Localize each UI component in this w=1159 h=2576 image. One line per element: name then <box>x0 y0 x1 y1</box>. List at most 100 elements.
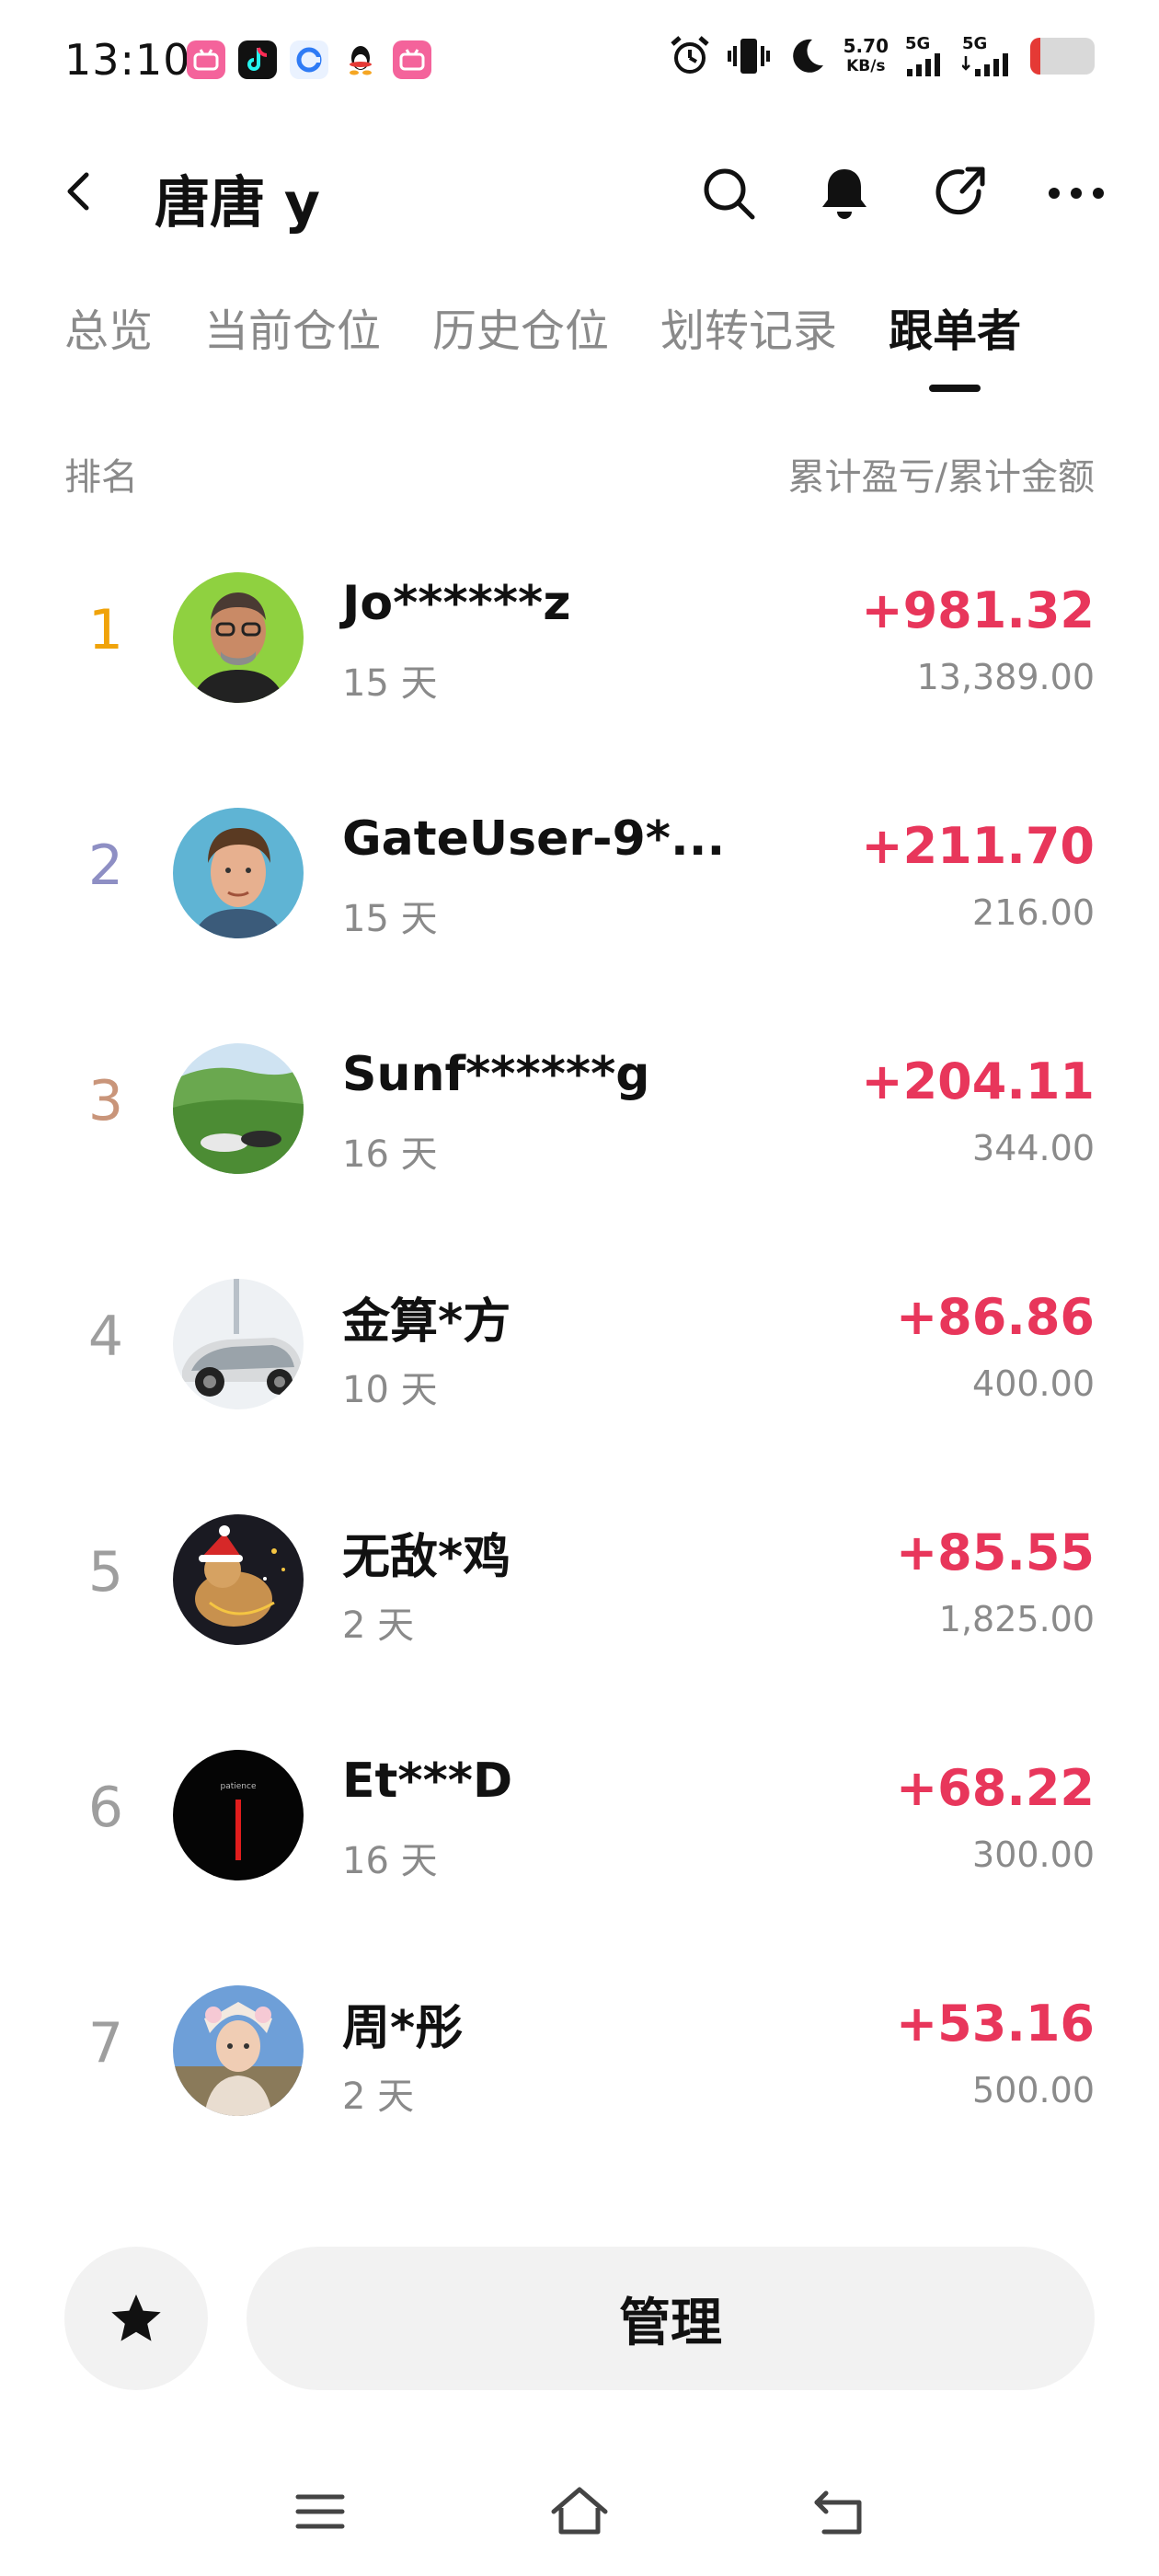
tab-bar: 总览 当前仓位 历史仓位 划转记录 跟单者 <box>64 294 1021 392</box>
follower-row[interactable]: 4 金算*方 10 天 +86.86 400.00 <box>0 1240 1159 1476</box>
network-speed-value: 5.70 <box>843 35 889 57</box>
follower-row[interactable]: 5 无敌*鸡 2 天 +85.55 1,825.00 <box>0 1476 1159 1711</box>
avatar <box>173 1279 304 1409</box>
cumulative-amount: 300.00 <box>972 1834 1095 1875</box>
follower-name: Jo******z <box>342 576 571 631</box>
cumulative-pnl: +204.11 <box>861 1052 1095 1110</box>
rank-number: 3 <box>87 1069 124 1133</box>
signal-2-label: 5G <box>962 34 988 53</box>
list-header: 排名 累计盈亏/累计金额 <box>64 447 1095 500</box>
follower-row[interactable]: 7 周*彤 2 天 +53.16 500.00 <box>0 1947 1159 2182</box>
tab-label: 当前仓位 <box>204 305 382 357</box>
tab-transfer-records[interactable]: 划转记录 <box>660 294 837 392</box>
cumulative-amount: 13,389.00 <box>916 657 1095 697</box>
tab-overview[interactable]: 总览 <box>64 294 153 392</box>
cumulative-amount: 400.00 <box>972 1363 1095 1404</box>
follower-row[interactable]: 2 GateUser-9*... 15 天 +211.70 216.00 <box>0 769 1159 1005</box>
signal-bars-icon <box>962 53 1008 76</box>
rank-column-header: 排名 <box>64 456 138 499</box>
follower-name: GateUser-9*... <box>342 811 726 867</box>
cumulative-pnl: +68.22 <box>895 1759 1095 1817</box>
tab-label: 跟单者 <box>889 305 1022 357</box>
rank-number: 4 <box>87 1305 124 1369</box>
cumulative-pnl: +86.86 <box>895 1288 1095 1346</box>
bell-icon[interactable] <box>809 158 879 228</box>
cumulative-amount: 500.00 <box>972 2070 1095 2110</box>
signal-bars-icon <box>907 53 940 76</box>
page-title: 唐唐 y <box>155 171 320 236</box>
system-navigation-bar <box>0 2475 1159 2548</box>
tiktok-icon <box>238 40 277 79</box>
home-icon[interactable] <box>546 2478 613 2545</box>
alarm-icon <box>670 36 709 74</box>
avatar-text: patience <box>221 1782 257 1791</box>
follower-name: Et***D <box>342 1754 513 1809</box>
tab-label: 划转记录 <box>660 305 838 357</box>
share-icon[interactable] <box>925 158 995 228</box>
rank-number: 1 <box>87 598 124 662</box>
follow-days: 16 天 <box>342 1840 438 1882</box>
bottom-action-bar: 管理 <box>64 2247 1095 2390</box>
pnl-column-header: 累计盈亏/累计金额 <box>787 456 1095 499</box>
rank-number: 6 <box>87 1776 124 1840</box>
battery-icon <box>1030 38 1095 75</box>
signal-1-label: 5G <box>905 34 931 53</box>
manage-button[interactable]: 管理 <box>247 2247 1095 2390</box>
follow-days: 15 天 <box>342 898 438 940</box>
avatar: patience <box>173 1750 304 1880</box>
signal-2: 5G <box>962 36 1014 76</box>
cumulative-amount: 344.00 <box>972 1128 1095 1168</box>
vibrate-icon <box>727 39 770 74</box>
rank-number: 2 <box>87 834 124 898</box>
avatar <box>173 808 304 938</box>
follower-name: Sunf******g <box>342 1047 650 1102</box>
follower-row[interactable]: 6 patience Et***D 16 天 +68.22 300.00 <box>0 1711 1159 1947</box>
qq-icon <box>341 40 380 79</box>
follower-name: 周*彤 <box>342 2001 464 2056</box>
cumulative-pnl: +53.16 <box>895 1995 1095 2053</box>
rank-number: 5 <box>87 1540 124 1604</box>
battery-level <box>1030 38 1040 75</box>
back-nav-icon[interactable] <box>806 2478 872 2545</box>
cumulative-pnl: +981.32 <box>861 581 1095 639</box>
tab-followers[interactable]: 跟单者 <box>889 294 1021 392</box>
network-speed: 5.70 KB/s <box>843 36 889 76</box>
avatar <box>173 1985 304 2116</box>
tab-label: 历史仓位 <box>432 305 610 357</box>
menu-icon[interactable] <box>287 2478 353 2545</box>
follower-name: 无敌*鸡 <box>342 1530 511 1585</box>
follower-row[interactable]: 1 Jo******z 15 天 +981.32 13,389.00 <box>0 534 1159 769</box>
follower-name: 金算*方 <box>342 1294 511 1350</box>
star-icon <box>111 2294 161 2341</box>
tab-current-positions[interactable]: 当前仓位 <box>204 294 381 392</box>
bilibili-icon <box>393 40 431 79</box>
avatar <box>173 1514 304 1645</box>
signal-1: 5G <box>905 36 946 76</box>
follow-days: 2 天 <box>342 1604 415 1647</box>
header: 唐唐 y <box>0 147 1159 239</box>
tab-label: 总览 <box>64 305 154 357</box>
follow-days: 16 天 <box>342 1133 438 1176</box>
follower-row[interactable]: 3 Sunf******g 16 天 +204.11 344.00 <box>0 1005 1159 1240</box>
rank-number: 7 <box>87 2011 124 2076</box>
follower-list: 1 Jo******z 15 天 +981.32 13,389.00 2 Gat… <box>0 534 1159 2182</box>
avatar <box>173 1043 304 1174</box>
moon-icon <box>792 39 823 73</box>
avatar <box>173 572 304 703</box>
cumulative-amount: 216.00 <box>972 892 1095 933</box>
bilibili-icon <box>187 40 225 79</box>
tab-history-positions[interactable]: 历史仓位 <box>432 294 609 392</box>
follow-days: 2 天 <box>342 2076 415 2118</box>
back-icon[interactable] <box>57 169 101 213</box>
status-time: 13:10 <box>64 35 191 85</box>
status-bar: 13:10 5.70 KB/s 5G 5G <box>0 0 1159 124</box>
cumulative-amount: 1,825.00 <box>938 1599 1095 1639</box>
search-icon[interactable] <box>694 158 763 228</box>
status-indicators: 5.70 KB/s 5G 5G <box>669 35 1095 77</box>
favorite-button[interactable] <box>64 2247 208 2390</box>
active-tab-indicator <box>929 385 981 392</box>
more-icon[interactable] <box>1041 158 1111 228</box>
network-speed-unit: KB/s <box>846 57 886 75</box>
follow-days: 15 天 <box>342 662 438 705</box>
notification-app-icons <box>187 40 431 79</box>
